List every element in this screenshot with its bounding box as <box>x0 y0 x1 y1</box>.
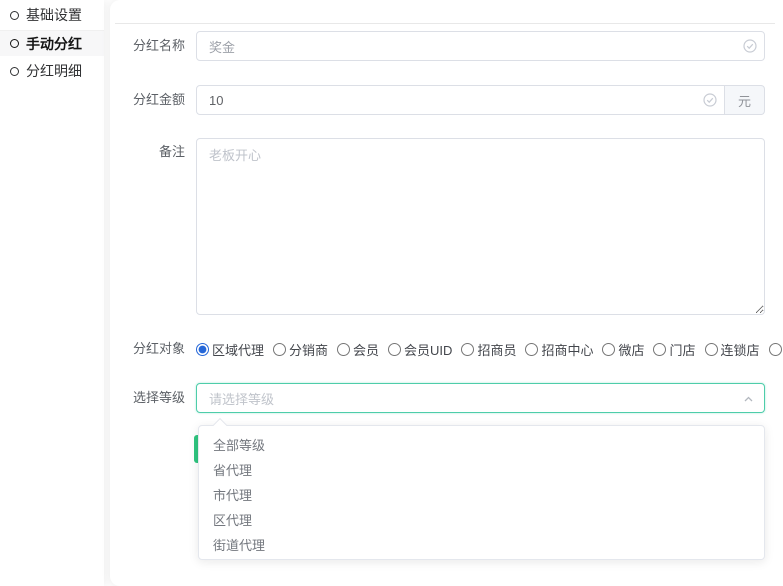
form-row-select-level: 选择等级 请选择等级 <box>110 383 765 413</box>
radio-input[interactable] <box>705 343 718 356</box>
sidebar-item-label: 手动分红 <box>26 34 82 54</box>
dividend-target-radio-group: 区域代理 分销商 会员 会员UID 招商员 招商中心 微店 门店 <box>196 339 783 359</box>
circle-icon <box>10 39 19 48</box>
radio-label: 招商中心 <box>541 340 593 359</box>
radio-chain-store[interactable]: 连锁店 <box>705 340 760 359</box>
sidebar: 基础设置 手动分红 分红明细 <box>0 0 104 586</box>
circle-icon <box>10 67 19 76</box>
radio-recruiter[interactable]: 招商员 <box>461 340 516 359</box>
form-row-dividend-amount: 分红金额 元 <box>110 85 765 115</box>
valid-check-icon <box>703 93 717 107</box>
dividend-target-label: 分红对象 <box>110 339 185 359</box>
level-dropdown-panel: 全部等级 省代理 市代理 区代理 街道代理 <box>198 425 765 560</box>
dividend-name-label: 分红名称 <box>110 31 185 61</box>
valid-check-icon <box>743 39 757 53</box>
remark-textarea[interactable] <box>196 138 765 315</box>
radio-input[interactable] <box>461 343 474 356</box>
radio-store[interactable]: 门店 <box>653 340 695 359</box>
radio-label: 门店 <box>669 340 695 359</box>
amount-unit-suffix: 元 <box>725 85 765 115</box>
level-select[interactable]: 请选择等级 <box>196 383 765 413</box>
level-option-district[interactable]: 区代理 <box>199 508 764 533</box>
radio-label: 会员UID <box>404 340 452 359</box>
level-option-city[interactable]: 市代理 <box>199 483 764 508</box>
radio-region-agent[interactable]: 区域代理 <box>196 340 264 359</box>
sidebar-item-label: 分红明细 <box>26 61 82 81</box>
circle-icon <box>10 11 19 20</box>
radio-label: 区域代理 <box>212 340 264 359</box>
radio-input[interactable] <box>769 343 782 356</box>
form-row-dividend-name: 分红名称 <box>110 31 765 61</box>
radio-label: 招商员 <box>477 340 516 359</box>
dividend-amount-label: 分红金额 <box>110 85 185 115</box>
sidebar-item-dividend-detail[interactable]: 分红明细 <box>0 58 104 84</box>
level-option-all[interactable]: 全部等级 <box>199 433 764 458</box>
radio-distributor[interactable]: 分销商 <box>273 340 328 359</box>
radio-input[interactable] <box>273 343 286 356</box>
header-divider <box>115 23 775 24</box>
radio-label: 连锁店 <box>721 340 760 359</box>
remark-label: 备注 <box>110 138 185 315</box>
level-select-placeholder: 请选择等级 <box>209 389 274 408</box>
level-option-street[interactable]: 街道代理 <box>199 533 764 558</box>
radio-supplier[interactable]: 供应商 <box>769 340 783 359</box>
radio-member-uid[interactable]: 会员UID <box>388 340 452 359</box>
dividend-amount-input[interactable] <box>196 85 725 115</box>
radio-input[interactable] <box>196 343 209 356</box>
radio-label: 分销商 <box>289 340 328 359</box>
radio-input[interactable] <box>525 343 538 356</box>
radio-member[interactable]: 会员 <box>337 340 379 359</box>
dropdown-arrow <box>213 418 227 432</box>
radio-label: 会员 <box>353 340 379 359</box>
level-option-province[interactable]: 省代理 <box>199 458 764 483</box>
dividend-name-input[interactable] <box>196 31 765 61</box>
radio-input[interactable] <box>602 343 615 356</box>
chevron-up-icon <box>742 393 755 406</box>
radio-input[interactable] <box>337 343 350 356</box>
radio-input[interactable] <box>388 343 401 356</box>
sidebar-item-manual-dividend[interactable]: 手动分红 <box>0 30 104 56</box>
sidebar-item-label: 基础设置 <box>26 5 82 25</box>
radio-micro-shop[interactable]: 微店 <box>602 340 644 359</box>
main-content-card: 分红名称 分红金额 元 备注 分红对象 <box>110 0 783 586</box>
radio-label: 微店 <box>618 340 644 359</box>
select-level-label: 选择等级 <box>110 383 185 413</box>
form-row-dividend-target: 分红对象 区域代理 分销商 会员 会员UID 招商员 招商中心 微店 <box>110 339 783 359</box>
sidebar-item-basic-settings[interactable]: 基础设置 <box>0 2 104 28</box>
radio-input[interactable] <box>653 343 666 356</box>
radio-recruit-center[interactable]: 招商中心 <box>525 340 593 359</box>
form-row-remark: 备注 <box>110 138 765 315</box>
